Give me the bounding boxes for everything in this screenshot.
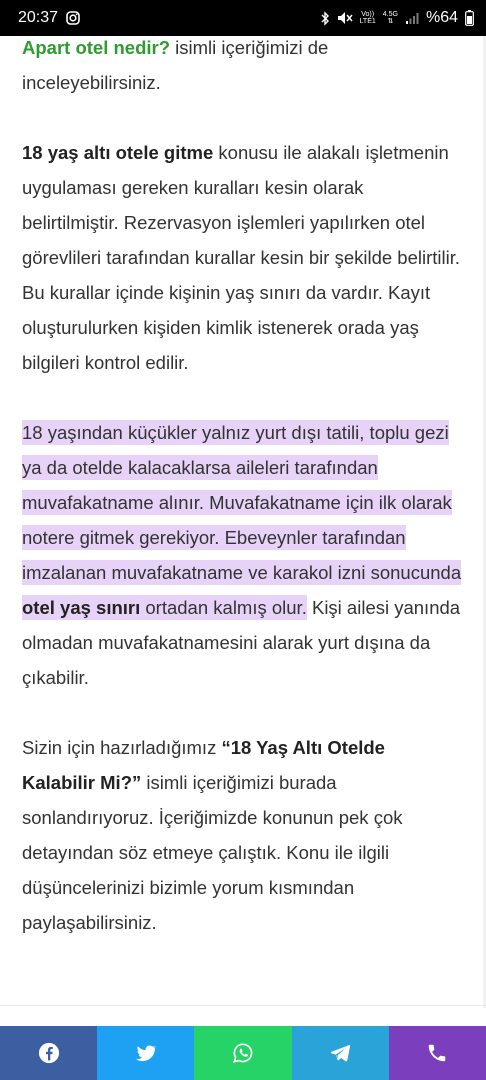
telegram-icon <box>331 1045 351 1062</box>
whatsapp-icon <box>233 1043 253 1063</box>
network-type: 4.5G ⇅ <box>383 11 398 25</box>
highlighted-text: 18 yaşından küçükler yalnız yurt dışı ta… <box>22 420 462 620</box>
whatsapp-share-button[interactable] <box>194 1026 292 1080</box>
bold-phrase: 18 yaş altı otele gitme <box>22 142 214 163</box>
phone-icon <box>429 1044 446 1062</box>
content-bottom-divider <box>0 1005 486 1006</box>
network-bottom-label: LTE1 <box>359 18 376 25</box>
signal-icon <box>405 12 419 25</box>
facebook-icon <box>38 1042 59 1064</box>
arrows-icon: ⇅ <box>387 18 394 25</box>
bluetooth-icon <box>320 10 330 26</box>
network-top-label: Vo)) <box>361 11 375 18</box>
paragraph-apart-otel: Apart otel nedir? isimli içeriğimizi de … <box>22 30 462 100</box>
share-bar <box>0 1026 486 1080</box>
instagram-icon <box>66 11 80 25</box>
status-left: 20:37 <box>18 9 80 27</box>
highlighted-text-part: 18 yaşından küçükler yalnız yurt dışı ta… <box>22 422 462 583</box>
status-bar: 20:37 Vo)) LTE1 4.5G ⇅ %64 <box>0 0 486 36</box>
apart-otel-link[interactable]: Apart otel nedir? <box>22 37 170 58</box>
telegram-share-button[interactable] <box>291 1026 389 1080</box>
article-body: Apart otel nedir? isimli içeriğimizi de … <box>22 30 462 940</box>
status-time: 20:37 <box>18 9 59 26</box>
network-type-label: 4.5G <box>382 11 398 18</box>
paragraph-text: isimli içeriğimizi burada sonlandırıyoru… <box>22 772 403 933</box>
status-right: Vo)) LTE1 4.5G ⇅ %64 <box>320 9 474 27</box>
paragraph-muvafakatname: 18 yaşından küçükler yalnız yurt dışı ta… <box>22 415 462 695</box>
twitter-icon <box>135 1045 157 1062</box>
paragraph-text: konusu ile alakalı işletmenin uygulaması… <box>22 142 461 373</box>
paragraph-conclusion: Sizin için hazırladığımız “18 Yaş Altı O… <box>22 730 462 940</box>
network-indicator: Vo)) LTE1 <box>360 11 376 25</box>
battery-level: %64 <box>425 9 458 26</box>
twitter-share-button[interactable] <box>97 1026 195 1080</box>
facebook-share-button[interactable] <box>0 1026 98 1080</box>
battery-icon <box>465 10 474 26</box>
highlighted-text-part: ortadan kalmış olur. <box>140 597 307 618</box>
paragraph-text: Sizin için hazırladığımız <box>22 737 222 758</box>
phone-share-button[interactable] <box>388 1026 486 1080</box>
mute-icon <box>337 11 353 25</box>
bold-phrase: otel yaş sınırı <box>22 597 141 618</box>
paragraph-kurallar: 18 yaş altı otele gitme konusu ile alaka… <box>22 135 462 380</box>
